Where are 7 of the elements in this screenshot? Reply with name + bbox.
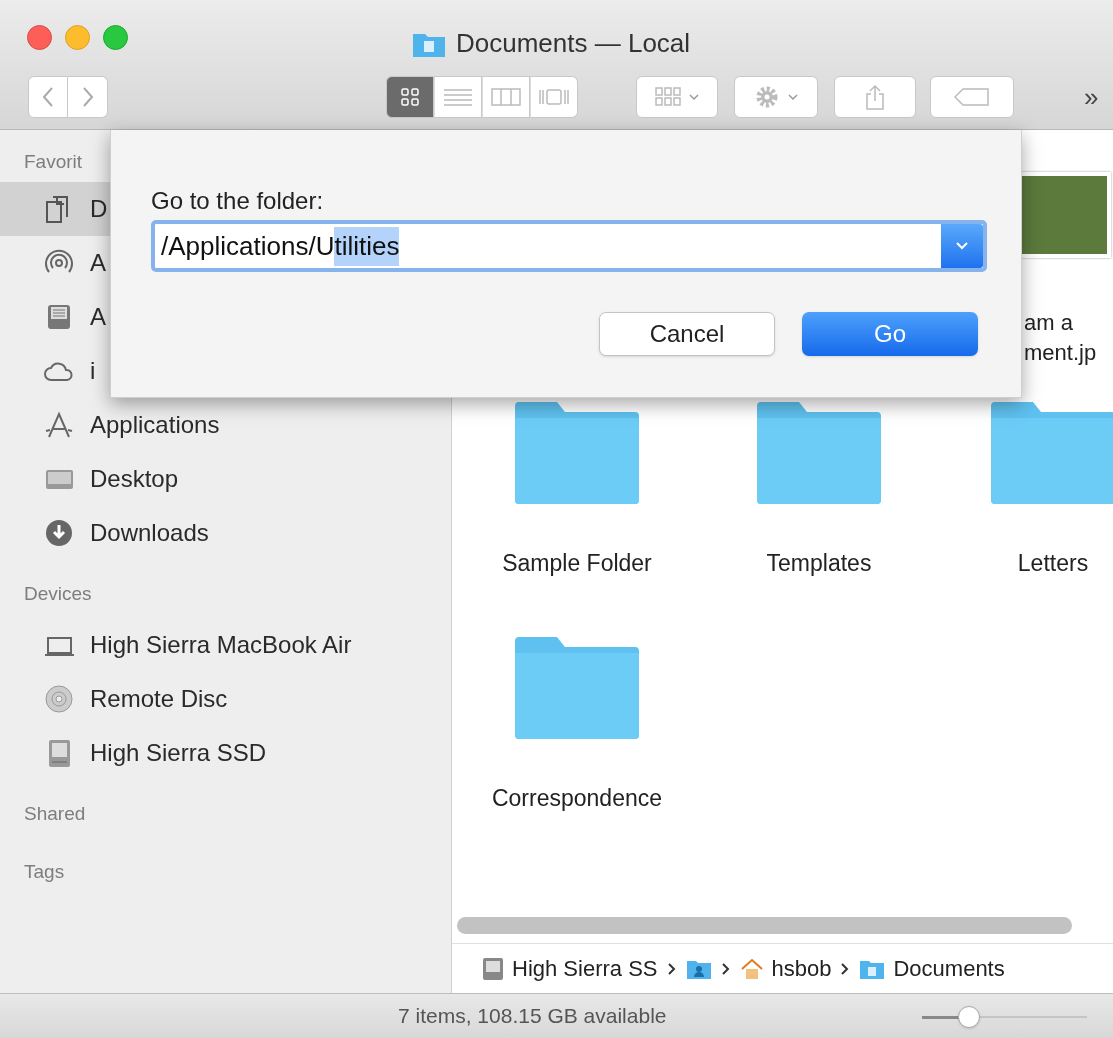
section-heading: Tags [23, 860, 66, 884]
section-heading: Shared [23, 802, 87, 826]
section-heading: Devices [23, 582, 93, 606]
window-title: Documents — Local [456, 27, 691, 60]
status-text: 7 items, 108.15 GB available [398, 1003, 667, 1030]
dialog-label: Go to the folder: [151, 186, 324, 216]
section-heading: Favorit [23, 150, 84, 174]
